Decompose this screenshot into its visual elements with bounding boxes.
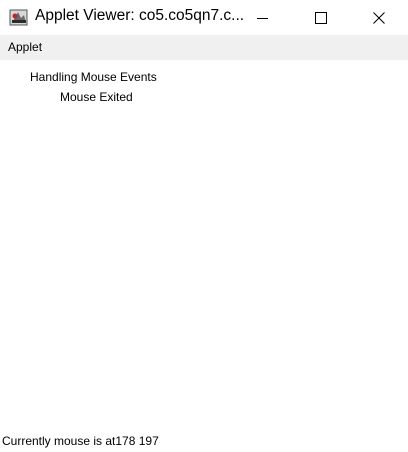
applet-canvas[interactable]: Handling Mouse Events Mouse Exited — [0, 60, 408, 452]
minimize-button[interactable] — [240, 0, 286, 35]
title-bar[interactable]: Applet Viewer: co5.co5qn7.c... — [0, 0, 408, 35]
close-button[interactable] — [356, 0, 402, 35]
mouse-event-text: Mouse Exited — [60, 90, 133, 104]
java-applet-icon — [9, 7, 29, 27]
minimize-icon — [257, 17, 268, 19]
applet-heading-text: Handling Mouse Events — [30, 70, 157, 84]
menu-applet[interactable]: Applet — [8, 40, 42, 54]
window-title: Applet Viewer: co5.co5qn7.c... — [35, 7, 245, 24]
menu-bar: Applet — [0, 35, 408, 60]
maximize-icon — [315, 11, 327, 24]
maximize-button[interactable] — [298, 0, 344, 35]
close-icon — [373, 11, 385, 24]
status-text: Currently mouse is at178 197 — [2, 434, 159, 448]
